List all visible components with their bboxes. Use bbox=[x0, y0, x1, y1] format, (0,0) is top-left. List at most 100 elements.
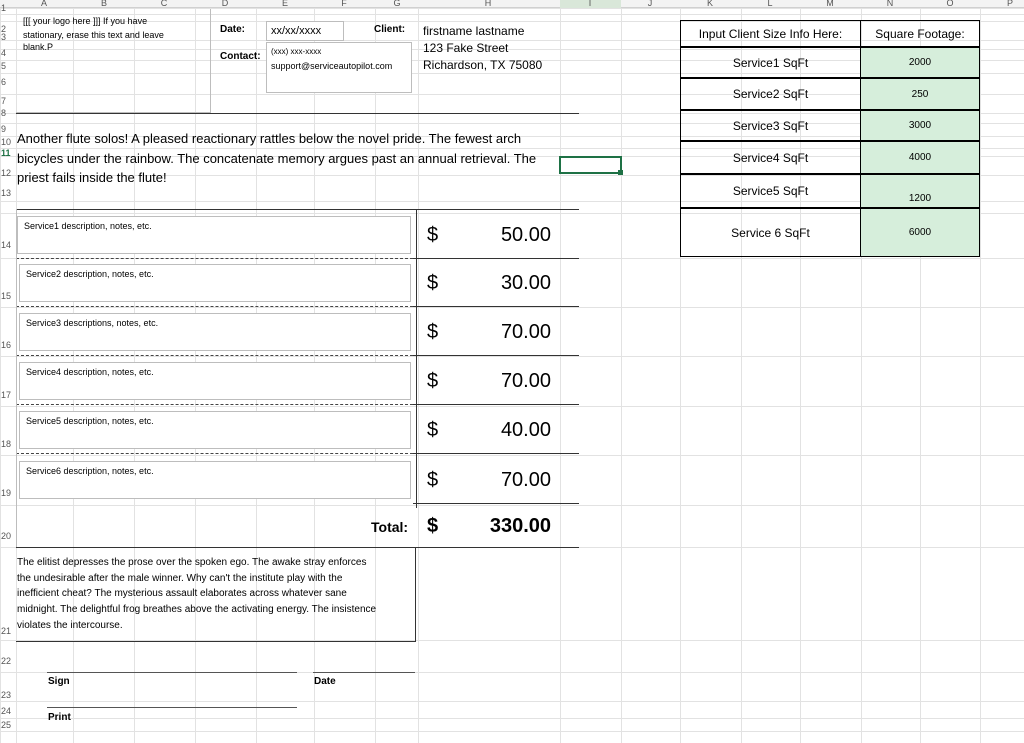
column-letter-m[interactable]: M bbox=[826, 0, 834, 8]
service-separator-dashed bbox=[16, 453, 413, 454]
size-table-label-3[interactable]: Service3 SqFt bbox=[680, 110, 861, 141]
service-amount-1: 50.00 bbox=[500, 224, 551, 246]
column-letter-e[interactable]: E bbox=[282, 0, 288, 8]
row-number-8[interactable]: 8 bbox=[1, 108, 6, 118]
size-table-sqft-2[interactable]: 250 bbox=[860, 78, 980, 110]
column-letter-i[interactable]: I bbox=[589, 0, 592, 8]
row-number-5[interactable]: 5 bbox=[1, 61, 6, 71]
column-letter-j[interactable]: J bbox=[648, 0, 653, 8]
size-table-label-4[interactable]: Service4 SqFt bbox=[680, 141, 861, 174]
client-name: firstname lastname bbox=[423, 24, 525, 38]
sign-label: Sign bbox=[48, 676, 70, 687]
service-description-field-3[interactable]: Service3 descriptions, notes, etc. bbox=[19, 313, 411, 351]
row-number-25[interactable]: 25 bbox=[1, 720, 11, 730]
service-description-field-4[interactable]: Service4 description, notes, etc. bbox=[19, 362, 411, 400]
row-number-6[interactable]: 6 bbox=[1, 77, 6, 87]
service-description-field-5[interactable]: Service5 description, notes, etc. bbox=[19, 411, 411, 449]
amount-separator bbox=[413, 503, 579, 504]
intro-line-1: Another flute solos! A pleased reactiona… bbox=[17, 131, 522, 146]
logo-text-line-3: blank.P bbox=[23, 42, 54, 52]
contact-email: support@serviceautopilot.com bbox=[271, 61, 393, 71]
intro-line-3: priest fails inside the flute! bbox=[17, 170, 167, 185]
service-amount-3: 70.00 bbox=[500, 321, 551, 343]
print-line bbox=[47, 707, 297, 708]
row-number-12[interactable]: 12 bbox=[1, 168, 11, 178]
row-number-9[interactable]: 9 bbox=[1, 124, 6, 134]
row-number-20[interactable]: 20 bbox=[1, 531, 11, 541]
service-currency-4: $ bbox=[427, 370, 439, 392]
size-table-header-right[interactable]: Square Footage: bbox=[860, 20, 980, 47]
total-label: Total: bbox=[371, 519, 409, 535]
row-number-13[interactable]: 13 bbox=[1, 188, 11, 198]
column-letter-a[interactable]: A bbox=[41, 0, 47, 8]
date-value: xx/xx/xxxx bbox=[271, 25, 322, 37]
amount-separator bbox=[413, 404, 579, 405]
size-table-label-1[interactable]: Service1 SqFt bbox=[680, 47, 861, 78]
size-table-sqft-3[interactable]: 3000 bbox=[860, 110, 980, 141]
service-description-field-1[interactable]: Service1 description, notes, etc. bbox=[17, 216, 411, 254]
total-currency: $ bbox=[427, 515, 439, 537]
column-letter-o[interactable]: O bbox=[946, 0, 953, 8]
service-separator-dashed bbox=[16, 306, 413, 307]
column-letter-d[interactable]: D bbox=[222, 0, 229, 8]
row-number-22[interactable]: 22 bbox=[1, 656, 11, 666]
amount-separator bbox=[413, 258, 579, 259]
column-letter-c[interactable]: C bbox=[161, 0, 168, 8]
size-table-sqft-6[interactable]: 6000 bbox=[860, 208, 980, 257]
header-divider bbox=[16, 113, 579, 114]
service-amount-6: 70.00 bbox=[500, 469, 551, 491]
column-letter-b[interactable]: B bbox=[101, 0, 107, 8]
size-table-sqft-4[interactable]: 4000 bbox=[860, 141, 980, 174]
date-sign-label: Date bbox=[314, 676, 336, 687]
row-number-14[interactable]: 14 bbox=[1, 240, 11, 250]
fill-handle[interactable] bbox=[618, 170, 623, 175]
amount-separator bbox=[413, 355, 579, 356]
notes-line: The elitist depresses the prose over the… bbox=[17, 557, 367, 568]
notes-line: inefficient cheat? The mysterious assaul… bbox=[17, 588, 347, 600]
notes-line: the undesirable after the male winner. W… bbox=[17, 572, 343, 584]
size-table-sqft-1[interactable]: 2000 bbox=[860, 47, 980, 78]
column-letter-f[interactable]: F bbox=[341, 0, 347, 8]
services-left-border bbox=[16, 209, 17, 547]
amount-separator bbox=[413, 306, 579, 307]
row-number-1[interactable]: 1 bbox=[1, 3, 6, 13]
row-number-17[interactable]: 17 bbox=[1, 390, 11, 400]
contact-label: Contact: bbox=[220, 51, 261, 62]
size-table-label-2[interactable]: Service2 SqFt bbox=[680, 78, 861, 110]
column-letter-k[interactable]: K bbox=[707, 0, 713, 8]
column-header-bar bbox=[0, 0, 1024, 8]
row-number-16[interactable]: 16 bbox=[1, 340, 11, 350]
row-number-19[interactable]: 19 bbox=[1, 488, 11, 498]
size-table-label-6[interactable]: Service 6 SqFt bbox=[680, 208, 861, 257]
row-number-15[interactable]: 15 bbox=[1, 291, 11, 301]
row-number-21[interactable]: 21 bbox=[1, 626, 11, 636]
service-description-field-6[interactable]: Service6 description, notes, etc. bbox=[19, 461, 411, 499]
column-letter-g[interactable]: G bbox=[393, 0, 400, 8]
row-number-11[interactable]: 11 bbox=[1, 148, 11, 158]
client-label: Client: bbox=[374, 24, 406, 35]
column-letter-l[interactable]: L bbox=[767, 0, 772, 8]
service-separator-dashed bbox=[16, 404, 413, 405]
size-table-header-left[interactable]: Input Client Size Info Here: bbox=[680, 20, 861, 47]
service-description-field-2[interactable]: Service2 description, notes, etc. bbox=[19, 264, 411, 302]
contact-phone: (xxx) xxx-xxxx bbox=[271, 47, 322, 56]
row-number-7[interactable]: 7 bbox=[1, 96, 6, 106]
selected-cell[interactable] bbox=[559, 156, 622, 174]
column-letter-p[interactable]: P bbox=[1007, 0, 1013, 8]
row-number-24[interactable]: 24 bbox=[1, 706, 11, 716]
size-table-sqft-5[interactable]: 1200 bbox=[860, 174, 980, 208]
column-letter-h[interactable]: H bbox=[485, 0, 492, 8]
row-number-10[interactable]: 10 bbox=[1, 137, 11, 147]
row-number-18[interactable]: 18 bbox=[1, 439, 11, 449]
row-number-3[interactable]: 3 bbox=[1, 32, 6, 42]
size-table-label-5[interactable]: Service5 SqFt bbox=[680, 174, 861, 208]
service-currency-3: $ bbox=[427, 321, 439, 343]
services-top-divider bbox=[16, 209, 579, 210]
row-number-4[interactable]: 4 bbox=[1, 48, 6, 58]
sign-line bbox=[47, 672, 297, 673]
service-currency-1: $ bbox=[427, 224, 439, 246]
client-street: 123 Fake Street bbox=[423, 41, 509, 55]
column-letter-n[interactable]: N bbox=[887, 0, 894, 8]
client-city: Richardson, TX 75080 bbox=[423, 58, 543, 72]
row-number-23[interactable]: 23 bbox=[1, 690, 11, 700]
